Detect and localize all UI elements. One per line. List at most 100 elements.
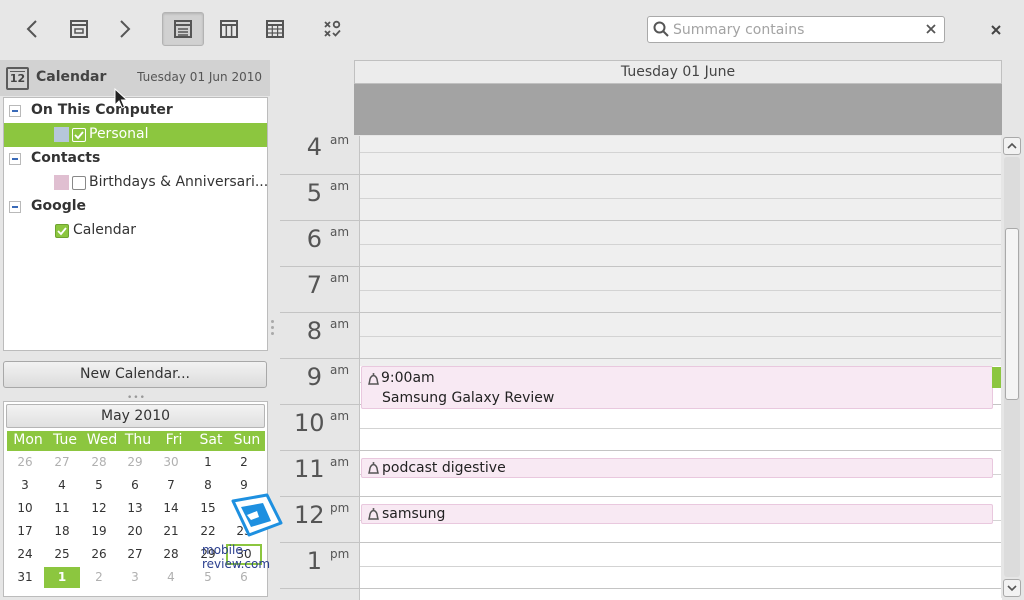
all-day-area[interactable] — [354, 84, 1002, 135]
calendar-day[interactable]: 6 — [117, 475, 153, 496]
calendar-day[interactable]: 17 — [7, 521, 43, 542]
calendar-day[interactable]: 28 — [153, 544, 189, 565]
hour-row: 6 am — [280, 223, 1002, 269]
checkmark-icon — [57, 227, 67, 236]
calendar-day[interactable]: 24 — [7, 544, 43, 565]
hour-ampm: am — [330, 363, 350, 377]
month-view-icon — [266, 20, 284, 38]
close-icon[interactable] — [985, 19, 1007, 41]
collapse-icon[interactable] — [9, 105, 21, 117]
calendar-day[interactable]: 1 — [190, 452, 226, 473]
calendar-day[interactable]: 11 — [44, 498, 80, 519]
calendar-item-google-calendar[interactable]: Calendar — [4, 219, 267, 243]
hour-ampm: am — [330, 317, 350, 331]
sidebar-title: Calendar — [36, 69, 107, 85]
weekday-label: Mon — [13, 432, 43, 448]
half-hour-line — [360, 244, 1002, 245]
calendar-day[interactable]: 3 — [7, 475, 43, 496]
group-label: On This Computer — [31, 102, 173, 118]
forward-button[interactable] — [104, 12, 146, 46]
calendar-day[interactable]: 19 — [81, 521, 117, 542]
calendar-day[interactable]: 5 — [81, 475, 117, 496]
tasks-button[interactable] — [311, 12, 353, 46]
calendar-day[interactable]: 2 — [81, 567, 117, 588]
mouse-cursor-icon — [114, 88, 129, 109]
tasks-icon — [324, 20, 341, 37]
calendar-day[interactable]: 10 — [7, 498, 43, 519]
event-samsung[interactable]: samsung — [361, 504, 993, 524]
hour-line — [280, 312, 1002, 313]
calendar-day[interactable]: 27 — [44, 452, 80, 473]
hour-ampm: pm — [330, 501, 350, 515]
group-contacts[interactable]: Contacts — [4, 147, 267, 171]
calendar-item-birthdays[interactable]: Birthdays & Anniversari... — [4, 171, 267, 195]
calendar-label: Personal — [89, 126, 149, 142]
scroll-down-button[interactable] — [1003, 579, 1021, 597]
calendar-checkbox[interactable] — [72, 176, 86, 190]
calendar-item-personal[interactable]: Personal — [4, 123, 267, 147]
today-button[interactable] — [58, 12, 100, 46]
calendar-day[interactable]: 12 — [81, 498, 117, 519]
event-samsung-galaxy-review[interactable]: 9:00am Samsung Galaxy Review — [361, 366, 993, 409]
collapse-icon[interactable] — [9, 201, 21, 213]
calendar-day[interactable]: 26 — [7, 452, 43, 473]
search-input[interactable] — [673, 19, 923, 40]
event-podcast-digestive[interactable]: podcast digestive — [361, 458, 993, 478]
calendar-day[interactable]: 2 — [226, 452, 262, 473]
calendar-icon-number: 12 — [9, 72, 26, 85]
hour-ampm: am — [330, 455, 350, 469]
scroll-thumb[interactable] — [1005, 228, 1019, 400]
pane-splitter-handle[interactable] — [271, 320, 275, 338]
calendar-day[interactable]: 7 — [153, 475, 189, 496]
calendar-day[interactable]: 27 — [117, 544, 153, 565]
hour-number: 8 — [306, 317, 322, 345]
group-google[interactable]: Google — [4, 195, 267, 219]
day-view-button[interactable] — [162, 12, 204, 46]
calendar-day[interactable]: 4 — [44, 475, 80, 496]
calendar-day[interactable]: 3 — [117, 567, 153, 588]
calendar-checkbox[interactable] — [72, 128, 86, 142]
weekday-label: Sun — [233, 432, 261, 448]
calendar-checkbox[interactable] — [55, 224, 69, 238]
calendar-day[interactable]: 1 — [44, 567, 80, 588]
calendar-day[interactable]: 20 — [117, 521, 153, 542]
calendar-day[interactable]: 29 — [117, 452, 153, 473]
calendar-day[interactable]: 13 — [117, 498, 153, 519]
mini-calendar-month-header[interactable]: May 2010 — [6, 404, 265, 428]
calendar-day[interactable]: 30 — [153, 452, 189, 473]
scroll-up-button[interactable] — [1003, 137, 1021, 155]
hour-line — [280, 450, 1002, 451]
alarm-bell-icon — [368, 508, 379, 520]
hour-line — [280, 542, 1002, 543]
calendar-label: Birthdays & Anniversari... — [89, 174, 268, 190]
week-view-button[interactable] — [208, 12, 250, 46]
calendar-day[interactable]: 21 — [153, 521, 189, 542]
calendar-day[interactable]: 26 — [81, 544, 117, 565]
calendar-day[interactable]: 14 — [153, 498, 189, 519]
new-calendar-button[interactable]: New Calendar... — [3, 361, 267, 388]
hour-number: 4 — [306, 136, 322, 161]
month-view-button[interactable] — [254, 12, 296, 46]
clear-search-icon[interactable] — [924, 22, 938, 36]
hour-row: 4 am — [280, 136, 1002, 177]
hour-grid[interactable]: 4 am 5 am 6 am 7 am 8 am 9 am 10 am 11 am 12 pm 1 pm 9:00am… — [280, 136, 1002, 600]
calendar-day[interactable]: 4 — [153, 567, 189, 588]
hour-row: 5 am — [280, 177, 1002, 223]
vertical-scrollbar[interactable] — [1001, 136, 1023, 598]
group-on-this-computer[interactable]: On This Computer — [4, 99, 267, 123]
collapse-icon[interactable] — [9, 153, 21, 165]
back-button[interactable] — [11, 12, 53, 46]
calendar-day[interactable]: 25 — [44, 544, 80, 565]
toolbar — [0, 0, 1024, 60]
checkmark-icon — [74, 131, 84, 140]
calendar-day[interactable]: 28 — [81, 452, 117, 473]
hour-number: 6 — [306, 225, 322, 253]
calendar-day[interactable]: 18 — [44, 521, 80, 542]
half-hour-line — [360, 290, 1002, 291]
hour-line — [280, 220, 1002, 221]
weekday-label: Wed — [86, 432, 118, 448]
hour-number: 10 — [294, 409, 325, 437]
calendar-day[interactable]: 31 — [7, 567, 43, 588]
hour-number: 9 — [306, 363, 322, 391]
hour-ampm: am — [330, 225, 350, 239]
